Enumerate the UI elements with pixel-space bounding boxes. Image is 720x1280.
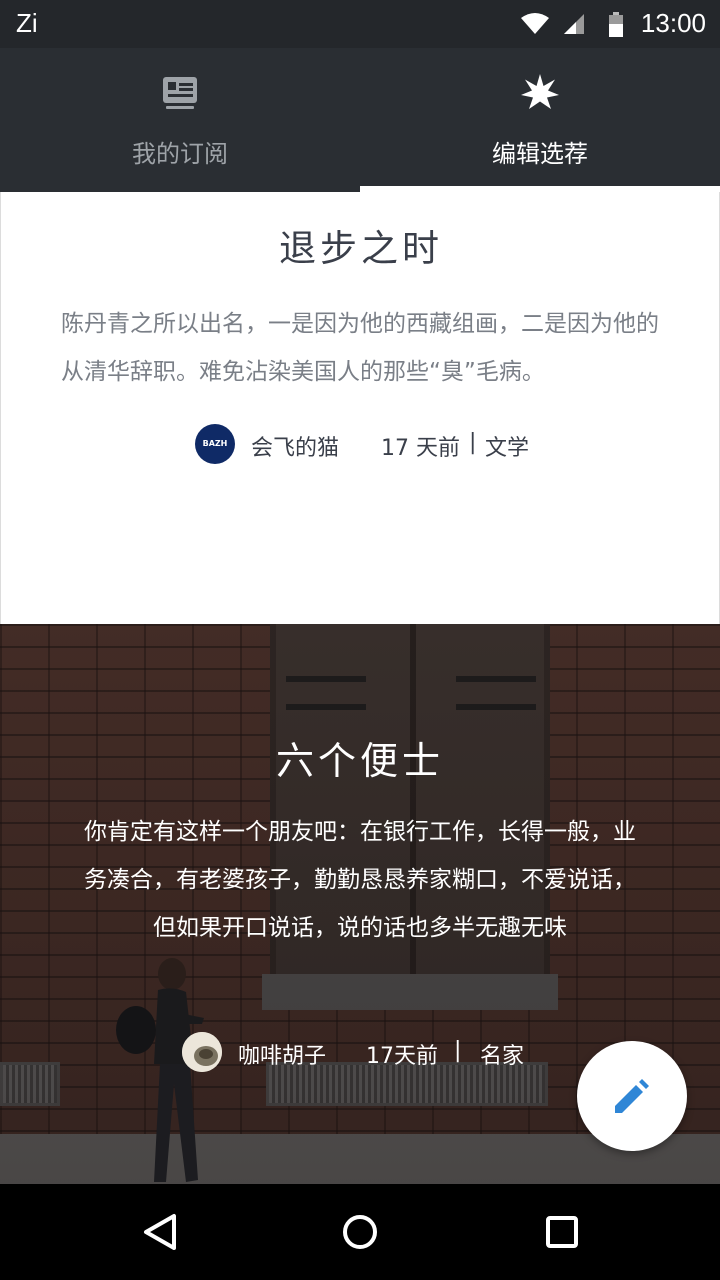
article-card[interactable]: 退步之时 陈丹青之所以出名，一是因为他的西藏组画，二是因为他的从清华辞职。难免沾… bbox=[0, 192, 720, 624]
wifi-icon bbox=[520, 12, 550, 40]
home-icon[interactable] bbox=[338, 1210, 382, 1254]
article-meta: BAZH 会飞的猫 17 天前 | 文学 bbox=[1, 422, 720, 466]
status-bar: Zi 13:00 bbox=[0, 0, 720, 48]
tab-label: 编辑选荐 bbox=[492, 140, 588, 168]
author-name[interactable]: 咖啡胡子 bbox=[238, 1038, 326, 1070]
cell-signal-icon bbox=[562, 12, 586, 40]
post-time: 17天前 bbox=[366, 1044, 438, 1069]
author-avatar[interactable]: BAZH bbox=[195, 424, 235, 464]
author-name[interactable]: 会飞的猫 bbox=[251, 430, 339, 462]
pencil-icon bbox=[615, 1079, 649, 1113]
newspaper-icon bbox=[160, 73, 200, 113]
back-icon[interactable] bbox=[138, 1210, 182, 1254]
author-avatar[interactable] bbox=[182, 1032, 222, 1072]
tab-label: 我的订阅 bbox=[132, 140, 228, 168]
status-time: 13:00 bbox=[640, 8, 706, 38]
system-nav-bar bbox=[0, 1184, 720, 1280]
article-category[interactable]: 文学 bbox=[485, 430, 529, 462]
compose-fab-button[interactable] bbox=[577, 1041, 687, 1151]
battery-icon bbox=[608, 12, 624, 42]
star-burst-icon bbox=[520, 73, 560, 113]
article-title: 退步之时 bbox=[279, 227, 443, 270]
excerpt-line: 但如果开口说话，说的话也多半无趣无味 bbox=[153, 915, 567, 941]
post-time: 17 天前 bbox=[381, 436, 460, 461]
app-notification-letter: Zi bbox=[16, 8, 38, 38]
article-category[interactable]: 名家 bbox=[480, 1038, 524, 1070]
article-title: 六个便士 bbox=[275, 739, 444, 783]
tab-my-subscriptions[interactable]: 我的订阅 bbox=[0, 48, 360, 192]
tab-bar: 我的订阅 编辑选荐 bbox=[0, 48, 720, 192]
tab-editor-picks[interactable]: 编辑选荐 bbox=[360, 48, 720, 192]
excerpt-line: 务凑合，有老婆孩子，勤勤恳恳养家糊口，不爱说话， bbox=[84, 867, 636, 893]
excerpt-line: 你肯定有这样一个朋友吧：在银行工作，长得一般，业 bbox=[84, 819, 636, 845]
recents-icon[interactable] bbox=[540, 1210, 584, 1254]
meta-separator: | bbox=[469, 430, 477, 455]
article-excerpt: 陈丹青之所以出名，一是因为他的西藏组画，二是因为他的从清华辞职。难免沾染美国人的… bbox=[61, 311, 659, 385]
meta-separator: | bbox=[454, 1038, 462, 1063]
article-excerpt: 你肯定有这样一个朋友吧：在银行工作，长得一般，业 务凑合，有老婆孩子，勤勤恳恳养… bbox=[54, 808, 666, 952]
